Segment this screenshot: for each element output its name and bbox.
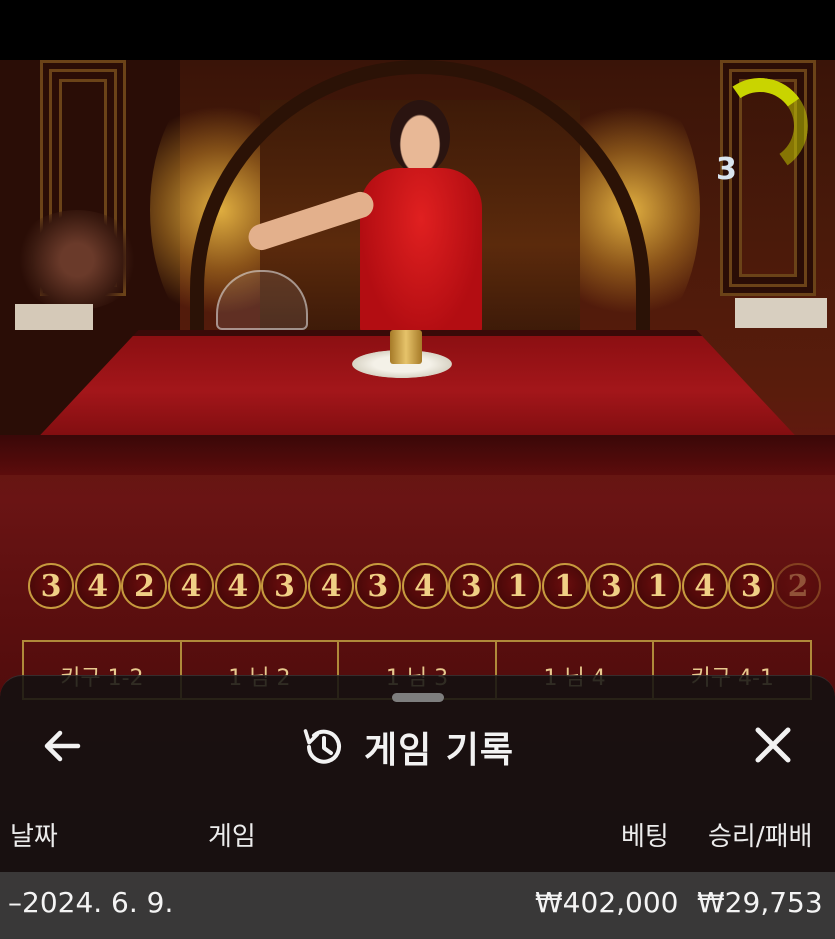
road-result-ball: 1	[494, 563, 541, 609]
dealer-head	[390, 100, 450, 174]
close-icon	[755, 727, 791, 763]
dealer-dress	[360, 168, 482, 338]
drag-handle[interactable]	[392, 693, 444, 702]
road-result-ball: 3	[354, 563, 401, 609]
game-history-sheet: 게임 기록 날짜 게임 베팅 승리/패배 –2024. 6. 9. ₩402,0…	[0, 675, 835, 939]
road-result-ball: 1	[634, 563, 681, 609]
back-button[interactable]	[40, 724, 84, 768]
sheet-header: 게임 기록	[0, 720, 835, 776]
road-result-ball: 4	[308, 563, 355, 609]
bonsai-pot	[15, 304, 93, 330]
column-win-loss: 승리/패배	[708, 822, 813, 852]
road-result-ball: 3	[261, 563, 308, 609]
road-result-ball: 2	[775, 563, 821, 609]
brass-cup	[390, 330, 422, 364]
road-result-ball: 3	[588, 563, 635, 609]
row-bet: ₩402,000	[535, 886, 679, 919]
dragon-statue-stand	[735, 298, 827, 328]
row-date: –2024. 6. 9.	[8, 886, 174, 919]
road-result-ball: 2	[121, 563, 168, 609]
column-game: 게임	[208, 822, 256, 852]
arrow-left-icon	[44, 730, 81, 762]
title-group: 게임 기록	[300, 722, 514, 772]
road-result-ball: 4	[214, 563, 261, 609]
history-row[interactable]: –2024. 6. 9. ₩402,000 ₩29,753	[0, 872, 835, 939]
results-road: 34244343431131432	[28, 563, 822, 621]
column-date: 날짜	[10, 822, 58, 852]
road-result-ball: 4	[74, 563, 121, 609]
history-clock-icon	[303, 729, 341, 764]
column-bet: 베팅	[621, 822, 669, 852]
road-result-ball: 4	[401, 563, 448, 609]
close-button[interactable]	[750, 722, 796, 768]
row-win-loss: ₩29,753	[697, 886, 823, 919]
road-result-ball: 4	[168, 563, 215, 609]
sheet-title: 게임 기록	[364, 730, 515, 771]
table-edge	[0, 435, 835, 475]
status-bar	[0, 0, 835, 60]
road-result-ball: 1	[541, 563, 588, 609]
road-result-ball: 3	[28, 563, 74, 609]
column-headers: 날짜 게임 베팅 승리/패배	[0, 816, 835, 856]
bonsai-tree	[12, 210, 142, 310]
countdown-timer-value: 3	[716, 152, 737, 187]
road-result-ball: 4	[681, 563, 728, 609]
road-result-ball: 3	[448, 563, 495, 609]
road-result-ball: 3	[728, 563, 775, 609]
